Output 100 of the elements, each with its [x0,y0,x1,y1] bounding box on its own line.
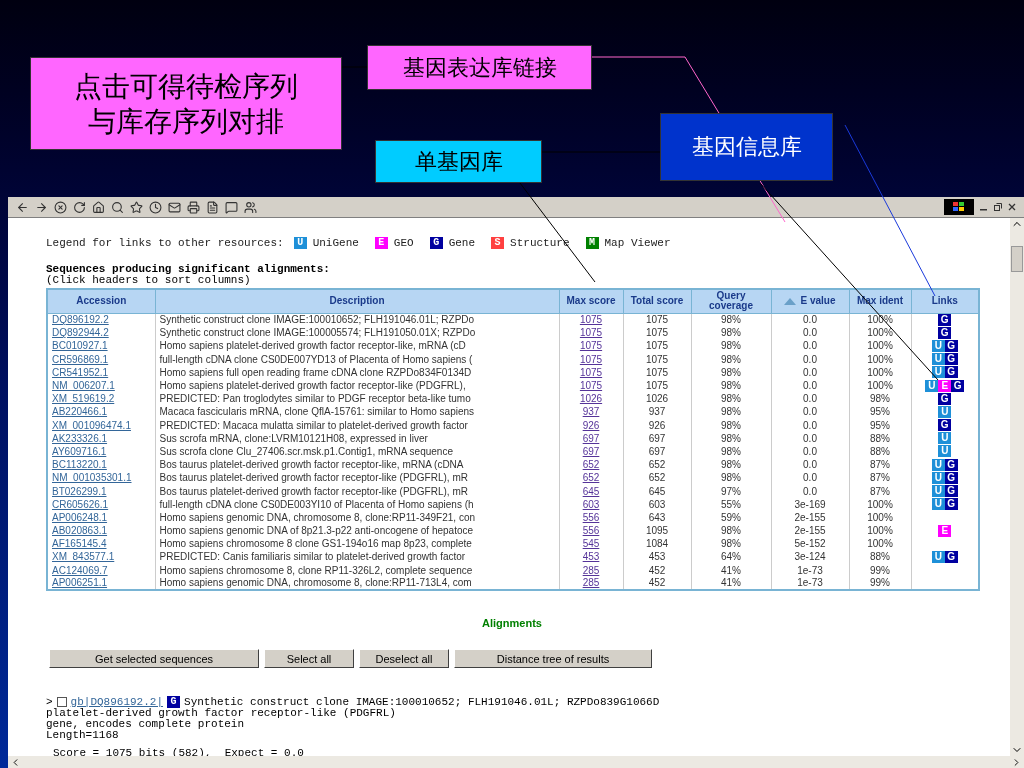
score-link[interactable]: 1075 [579,340,603,352]
column-header[interactable]: Description [155,289,559,313]
score-link[interactable]: 556 [582,525,600,537]
accession-link[interactable]: AB020863.1 [52,525,108,537]
table-cell: 0.0 [771,352,849,366]
accession-link[interactable]: CR596869.1 [52,353,109,365]
accession-link[interactable]: CR541952.1 [52,366,109,378]
table-cell: 643 [623,510,691,524]
accession-link[interactable]: XM_519619.2 [52,393,115,405]
action-button[interactable]: Distance tree of results [454,649,652,669]
score-link[interactable]: 603 [582,498,600,510]
accession-link[interactable]: gb|DQ896192.2| [70,696,164,708]
score-link[interactable]: 285 [582,564,600,576]
score-link[interactable]: 285 [582,577,600,589]
accession-link[interactable]: BC113220.1 [52,459,107,471]
table-cell: 100% [849,524,911,538]
column-header[interactable]: Query coverage [691,289,771,313]
score-link[interactable]: 453 [582,551,600,563]
table-cell: 99% [849,576,911,590]
table-cell: 697 [623,431,691,445]
table-cell: 88% [849,550,911,564]
accession-link[interactable]: AC124069.7 [52,564,108,576]
link-badge[interactable]: G [951,379,965,392]
table-cell: 1075 [623,313,691,327]
score-link[interactable]: 545 [582,538,600,550]
home-icon[interactable] [92,200,105,214]
scrollbar-thumb[interactable] [1011,246,1023,272]
vertical-scrollbar[interactable] [1010,218,1024,756]
accession-link[interactable]: XM_001096474.1 [52,419,131,431]
people-icon[interactable] [244,200,257,214]
column-header[interactable]: Accession [47,289,155,313]
star-icon[interactable] [130,200,143,214]
accession-link[interactable]: NM_006207.1 [52,380,115,392]
scroll-right-icon[interactable] [1011,756,1022,768]
score-link[interactable]: 937 [582,406,600,418]
restore-icon[interactable] [994,203,1002,211]
link-badge[interactable]: G [938,392,952,405]
link-badge[interactable]: G [938,326,952,339]
score-link[interactable]: 645 [582,485,600,497]
refresh-icon[interactable] [73,200,86,214]
accession-link[interactable]: DQ896192.2 [52,314,109,326]
accession-link[interactable]: CR605626.1 [52,498,109,510]
table-cell: 0.0 [771,444,849,459]
link-badge[interactable]: M [585,237,599,249]
accession-link[interactable]: DQ892944.2 [52,327,109,339]
action-button[interactable]: Get selected sequences [49,649,259,669]
accession-link[interactable]: BT026299.1 [52,485,107,497]
action-button[interactable]: Select all [264,649,354,669]
chat-icon[interactable] [225,200,238,214]
mail-icon[interactable] [168,200,181,214]
link-badge[interactable]: G [429,237,443,249]
table-cell: 100% [849,339,911,353]
alignment-text: Length=1168 [46,730,120,742]
link-badge[interactable]: G [167,696,181,709]
accession-link[interactable]: NM_001035301.1 [52,472,132,484]
table-cell: 98% [691,313,771,327]
checkbox[interactable] [56,697,67,708]
score-link[interactable]: 1075 [579,353,603,365]
score-link[interactable]: 652 [582,472,600,484]
accession-link[interactable]: XM_843577.1 [52,551,115,563]
accession-link[interactable]: AB220466.1 [52,406,108,418]
accession-link[interactable]: AP006248.1 [52,511,108,523]
score-link[interactable]: 1075 [579,314,603,326]
table-cell: 1075 [623,365,691,379]
document-icon[interactable] [206,200,219,214]
horizontal-scrollbar[interactable] [8,756,1024,768]
sort-arrow-icon [784,297,797,305]
column-header[interactable]: Total score [623,289,691,313]
table-cell: 95% [849,418,911,432]
clock-icon[interactable] [149,200,162,214]
score-link[interactable]: 926 [582,419,600,431]
column-header[interactable]: Max score [559,289,623,313]
table-cell: 41% [691,563,771,577]
score-link[interactable]: 556 [582,511,600,523]
forward-icon[interactable] [35,200,48,214]
score-link[interactable]: 697 [582,445,600,457]
search-icon[interactable] [111,200,124,214]
score-link[interactable]: 697 [582,432,600,444]
accession-link[interactable]: AY609716.1 [52,445,107,457]
action-button[interactable]: Deselect all [359,649,449,669]
back-icon[interactable] [16,200,29,214]
description-cell: Homo sapiens full open reading frame cDNA clone RZPDo834F0134D [155,365,559,379]
score-link[interactable]: 652 [582,459,600,471]
accession-link[interactable]: AP006251.1 [52,577,108,589]
column-header[interactable]: Links [911,289,979,313]
link-badge[interactable]: G [938,419,952,432]
score-link[interactable]: 1075 [579,366,603,378]
table-cell: 0.0 [771,458,849,472]
table-cell: 100% [849,326,911,340]
score-link[interactable]: 1075 [579,380,603,392]
print-icon[interactable] [187,200,200,214]
score-link[interactable]: 1026 [579,393,603,405]
accession-link[interactable]: BC010927.1 [52,340,108,352]
table-cell: 452 [623,563,691,577]
accession-link[interactable]: AF165145.4 [52,538,107,550]
score-link[interactable]: 1075 [579,327,603,339]
accession-link[interactable]: AK233326.1 [52,432,108,444]
column-header[interactable]: E value [771,289,849,313]
close-icon[interactable] [1008,203,1016,211]
stop-icon[interactable] [54,200,67,214]
